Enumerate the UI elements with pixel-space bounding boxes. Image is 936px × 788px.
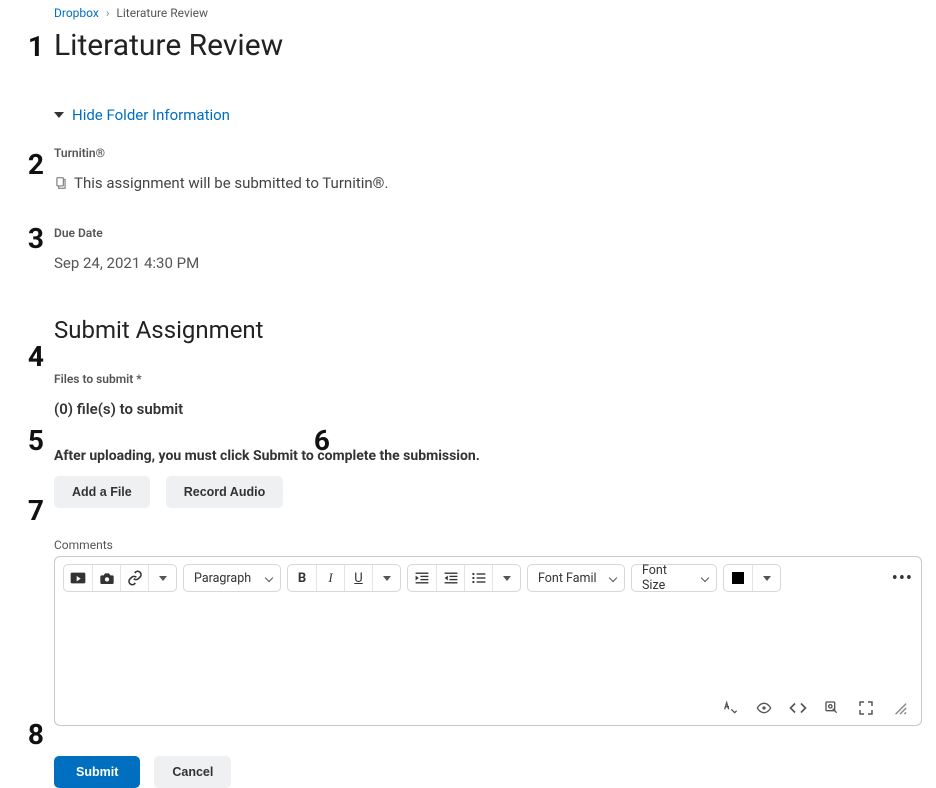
turnitin-icon bbox=[54, 176, 68, 190]
breadcrumb-root-link[interactable]: Dropbox bbox=[54, 6, 99, 20]
chevron-down-icon bbox=[264, 573, 274, 583]
insert-video-icon[interactable] bbox=[64, 565, 92, 591]
list-icon[interactable] bbox=[464, 565, 492, 591]
italic-button[interactable]: I bbox=[316, 565, 344, 591]
record-audio-button[interactable]: Record Audio bbox=[166, 476, 283, 508]
add-file-button[interactable]: Add a File bbox=[54, 476, 150, 508]
caret-down-icon bbox=[54, 112, 64, 118]
breadcrumb-sep: › bbox=[102, 6, 114, 20]
camera-icon[interactable] bbox=[92, 565, 120, 591]
files-count: (0) file(s) to submit bbox=[54, 400, 922, 418]
breadcrumb: Dropbox › Literature Review bbox=[54, 6, 922, 20]
color-swatch bbox=[732, 572, 744, 584]
comments-label: Comments bbox=[54, 538, 922, 552]
fullscreen-icon[interactable] bbox=[857, 699, 875, 717]
annotation-8: 8 bbox=[14, 718, 44, 751]
hide-folder-label: Hide Folder Information bbox=[72, 106, 230, 124]
submit-heading: Submit Assignment bbox=[54, 316, 922, 344]
editor-footer bbox=[55, 691, 921, 725]
toolbar-more-icon[interactable]: ••• bbox=[892, 568, 913, 589]
upload-hint: After uploading, you must click Submit t… bbox=[54, 448, 922, 464]
annotation-5: 5 bbox=[14, 424, 44, 457]
text-color-button[interactable] bbox=[724, 565, 752, 591]
paragraph-select-label: Paragraph bbox=[194, 571, 251, 586]
annotation-2: 2 bbox=[14, 148, 44, 181]
chevron-down-icon bbox=[700, 573, 710, 583]
chevron-down-icon bbox=[608, 573, 618, 583]
due-date-value: Sep 24, 2021 4:30 PM bbox=[54, 254, 922, 272]
list-dropdown[interactable] bbox=[492, 565, 520, 591]
turnitin-msg: This assignment will be submitted to Tur… bbox=[74, 174, 388, 192]
breadcrumb-leaf: Literature Review bbox=[116, 6, 208, 20]
preview-icon[interactable] bbox=[823, 699, 841, 717]
cancel-button[interactable]: Cancel bbox=[154, 756, 231, 788]
files-label: Files to submit * bbox=[54, 372, 922, 386]
indent-decrease-icon[interactable] bbox=[436, 565, 464, 591]
font-size-label: Font Size bbox=[642, 563, 692, 593]
annotation-4: 4 bbox=[14, 340, 44, 373]
paragraph-select[interactable]: Paragraph bbox=[183, 564, 281, 592]
page-title: Literature Review bbox=[54, 28, 922, 63]
insert-more-dropdown[interactable] bbox=[148, 565, 176, 591]
indent-increase-icon[interactable] bbox=[408, 565, 436, 591]
hide-folder-toggle[interactable]: Hide Folder Information bbox=[54, 106, 230, 124]
turnitin-row: This assignment will be submitted to Tur… bbox=[54, 174, 922, 192]
link-icon[interactable] bbox=[120, 565, 148, 591]
editor-toolbar: Paragraph B I U bbox=[55, 557, 921, 599]
bold-button[interactable]: B bbox=[288, 565, 316, 591]
annotation-7: 7 bbox=[14, 494, 44, 527]
text-color-dropdown[interactable] bbox=[752, 565, 780, 591]
accessibility-check-icon[interactable] bbox=[755, 699, 773, 717]
font-size-select[interactable]: Font Size bbox=[631, 564, 717, 592]
resize-handle-icon[interactable] bbox=[891, 699, 909, 717]
html-source-icon[interactable] bbox=[789, 699, 807, 717]
due-date-label: Due Date bbox=[54, 226, 922, 240]
font-family-label: Font Famil bbox=[538, 571, 597, 586]
editor-textarea[interactable] bbox=[55, 599, 921, 691]
submit-button[interactable]: Submit bbox=[54, 756, 140, 788]
rich-text-editor: Paragraph B I U bbox=[54, 556, 922, 726]
annotation-3: 3 bbox=[14, 222, 44, 255]
annotation-1: 1 bbox=[14, 30, 44, 63]
turnitin-label: Turnitin® bbox=[54, 146, 922, 160]
text-style-dropdown[interactable] bbox=[372, 565, 400, 591]
annotation-6: 6 bbox=[300, 424, 330, 457]
underline-button[interactable]: U bbox=[344, 565, 372, 591]
font-family-select[interactable]: Font Famil bbox=[527, 564, 625, 592]
spellcheck-icon[interactable] bbox=[721, 699, 739, 717]
